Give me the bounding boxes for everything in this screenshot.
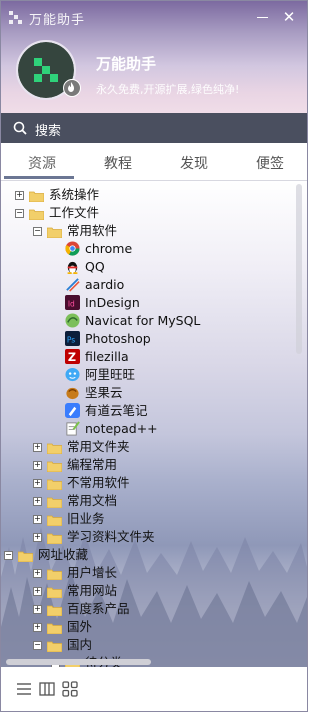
folder-icon (46, 621, 63, 635)
tree-item-label: 旧业务 (67, 511, 105, 526)
tree-item-label: aardio (85, 277, 125, 292)
expand-icon[interactable]: + (33, 461, 42, 470)
folder-icon (46, 441, 63, 455)
tree-item-label: 国外 (67, 619, 93, 634)
search-icon (13, 121, 27, 135)
close-button[interactable]: ✕ (278, 7, 300, 27)
vertical-scrollbar[interactable] (296, 184, 302, 354)
filezilla-icon: Z (65, 349, 80, 364)
folder-icon (28, 207, 45, 221)
folder-icon (17, 549, 34, 563)
notepadpp-icon (65, 421, 80, 436)
qq-penguin-icon (65, 259, 80, 274)
svg-text:Id: Id (68, 299, 75, 308)
tab-tutorials[interactable]: 教程 (80, 153, 156, 173)
indesign-icon: Id (65, 295, 80, 310)
expand-icon[interactable]: + (33, 497, 42, 506)
expand-icon[interactable]: + (33, 533, 42, 542)
tab-notes[interactable]: 便签 (232, 153, 307, 173)
tree-item-label: 常用文件夹 (67, 439, 130, 454)
folder-icon (46, 567, 63, 581)
chrome-icon (65, 241, 80, 256)
expand-icon[interactable]: + (33, 587, 42, 596)
tab-bar: 资源 教程 发现 便签 (1, 143, 307, 181)
folder-icon (46, 531, 63, 545)
nutstore-icon (65, 385, 80, 400)
tree-item-label: Navicat for MySQL (85, 313, 201, 328)
folder-icon (46, 225, 63, 239)
expand-icon[interactable]: + (33, 443, 42, 452)
svg-text:Z: Z (68, 351, 76, 364)
aardio-icon (65, 277, 80, 292)
folder-icon (46, 477, 63, 491)
collapse-icon[interactable]: − (33, 641, 42, 650)
tree-item-label: 国内 (67, 637, 93, 652)
tree-item-label: 常用软件 (67, 223, 118, 238)
collapse-icon[interactable]: − (15, 209, 24, 218)
collapse-icon[interactable]: − (33, 227, 42, 236)
menu-icon[interactable] (15, 680, 33, 698)
tree-item-label: 不常用软件 (67, 475, 130, 490)
tree-item-label: 学习资料文件夹 (67, 529, 155, 544)
resource-tree: + 系统操作 − 工作文件 − 常用软件 chrome QQ aardio Id InDesign N… (1, 181, 307, 667)
minimize-button[interactable] (251, 7, 273, 27)
aliwangwang-icon (65, 367, 80, 382)
folder-icon (46, 513, 63, 527)
tree-item-label: 百度系产品 (67, 601, 130, 616)
tree-item-label: Photoshop (85, 331, 151, 346)
horizontal-scrollbar[interactable] (6, 659, 151, 665)
profile-signature: 永久免费,开源扩展,绿色纯净! (96, 83, 240, 96)
active-tab-indicator (4, 176, 74, 179)
profile-name: 万能助手 (96, 55, 157, 73)
minimize-icon (256, 17, 268, 18)
folder-icon (46, 585, 63, 599)
tab-resources[interactable]: 资源 (4, 153, 80, 173)
expand-icon[interactable]: + (33, 569, 42, 578)
youdao-note-icon (65, 403, 80, 418)
bottom-toolbar (1, 668, 307, 711)
grid-view-icon[interactable] (61, 680, 79, 698)
tree-item-label: 用户增长 (67, 565, 118, 580)
header-banner: 万能助手 ✕ 万能助手 永久免费,开源扩展,绿色纯净! (1, 1, 307, 113)
tree-item-label: 有道云笔记 (85, 403, 148, 418)
collapse-icon[interactable]: − (4, 551, 13, 560)
folder-icon (28, 189, 45, 203)
tree-item-label: 网址收藏 (38, 547, 89, 562)
tree-item-label: 工作文件 (49, 205, 100, 220)
tree-item-label: InDesign (85, 295, 140, 310)
photoshop-icon: Ps (65, 331, 80, 346)
folder-icon (46, 459, 63, 473)
folder-icon (46, 603, 63, 617)
window-title: 万能助手 (29, 13, 86, 28)
main-window: 万能助手 ✕ 万能助手 永久免费,开源扩展,绿色纯净! 搜索 资源 教程 发现 … (0, 0, 308, 712)
folder-icon (46, 639, 63, 653)
tree-item-label: chrome (85, 241, 133, 256)
navicat-icon (65, 313, 80, 328)
search-bar[interactable]: 搜索 (1, 113, 307, 143)
tree-item-label: 阿里旺旺 (85, 367, 136, 382)
tree-item-label: filezilla (85, 349, 129, 364)
tree-item-label: 编程常用 (67, 457, 118, 472)
tree-item-label: notepad++ (85, 421, 158, 436)
fire-badge-icon (63, 79, 81, 97)
tree-item-label: 常用文档 (67, 493, 118, 508)
expand-icon[interactable]: + (33, 605, 42, 614)
expand-icon[interactable]: + (33, 479, 42, 488)
expand-icon[interactable]: + (15, 191, 24, 200)
close-icon: ✕ (282, 8, 296, 26)
tree-item-label: 坚果云 (85, 385, 123, 400)
svg-text:Ps: Ps (67, 335, 75, 344)
search-label: 搜索 (35, 124, 62, 139)
tree-item-label: QQ (85, 259, 105, 274)
tree-item-label: 系统操作 (49, 187, 100, 202)
app-logo-icon (9, 11, 22, 24)
tree-item-label: 常用网站 (67, 583, 118, 598)
expand-icon[interactable]: + (33, 623, 42, 632)
column-view-icon[interactable] (38, 680, 56, 698)
tab-discover[interactable]: 发现 (156, 153, 232, 173)
folder-icon (46, 495, 63, 509)
expand-icon[interactable]: + (33, 515, 42, 524)
title-bar[interactable]: 万能助手 ✕ (1, 1, 307, 31)
